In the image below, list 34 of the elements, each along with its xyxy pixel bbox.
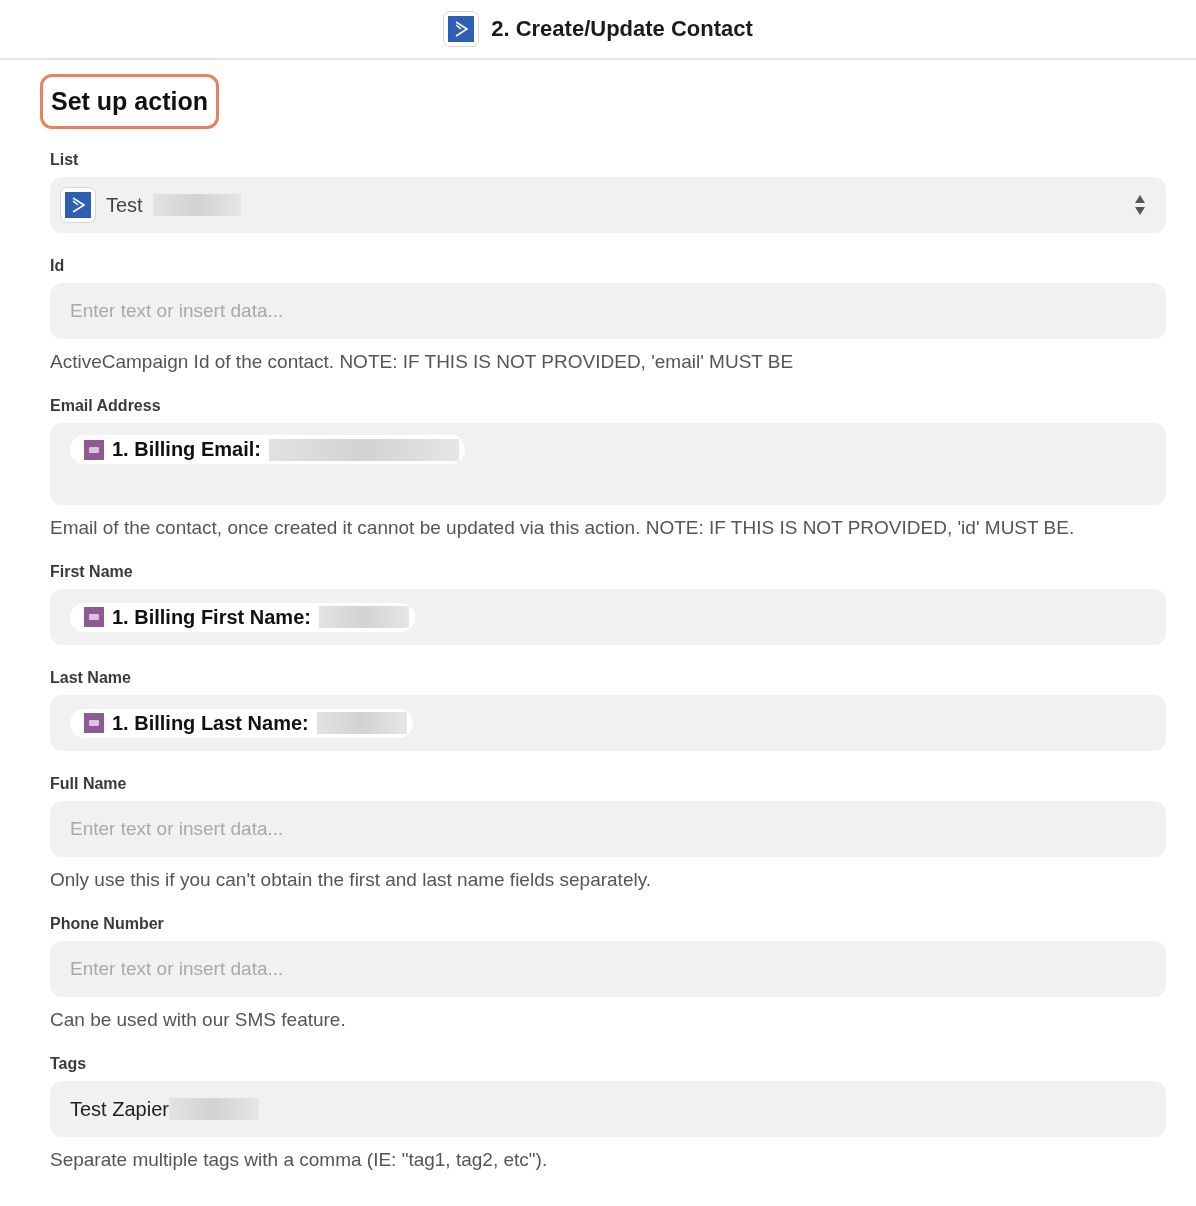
help-text: Only use this if you can't obtain the first and last name fields separately. [50,869,653,891]
data-pill[interactable]: 1. Billing Email: [70,435,465,464]
sort-arrows-icon [1134,194,1146,216]
data-tag-icon [84,713,104,733]
field-label: Email Address [50,397,162,415]
help-text: Can be used with our SMS feature. [50,1009,347,1031]
activecampaign-logo [443,11,480,47]
field-label: Full Name [50,775,128,793]
data-tag-icon [84,607,104,627]
field-value: Test Zapier [70,1097,169,1121]
field-label: List [50,151,80,169]
mapped-field[interactable]: 1. Billing Last Name: [50,695,1166,751]
tags-input-field[interactable]: Test Zapier [50,1081,1166,1137]
mapped-field[interactable]: 1. Billing Email: [50,423,1166,505]
help-text: Separate multiple tags with a comma (IE: "tag1, tag2, etc"). [50,1149,549,1171]
text-input-field[interactable]: Enter text or insert data... [50,941,1166,997]
text-input-field[interactable]: Enter text or insert data... [50,801,1166,857]
activecampaign-logo [60,187,96,223]
mapped-field[interactable]: 1. Billing First Name: [50,589,1166,645]
data-pill[interactable]: 1. Billing First Name: [70,602,415,632]
field-label: Tags [50,1055,88,1073]
field-label: First Name [50,563,134,581]
section-title: Set up action [40,74,219,129]
data-pill[interactable]: 1. Billing Last Name: [70,708,413,738]
data-tag-icon [84,439,104,460]
field-label: Id [50,257,66,275]
list-select[interactable]: Test [50,177,1166,233]
help-text: ActiveCampaign Id of the contact. NOTE: IF THIS IS NOT PROVIDED, 'email' MUST BE [50,351,795,373]
step-title: 2. Create/Update Contact [491,16,753,42]
select-value: Test [106,193,143,217]
field-label: Last Name [50,669,132,687]
help-text: Email of the contact, once created it cannot be updated via this action. NOTE: IF THIS IS NOT PROVIDED, 'id' MUST BE. [50,517,1076,539]
text-input-field[interactable]: Enter text or insert data... [50,283,1166,339]
field-label: Phone Number [50,915,165,933]
